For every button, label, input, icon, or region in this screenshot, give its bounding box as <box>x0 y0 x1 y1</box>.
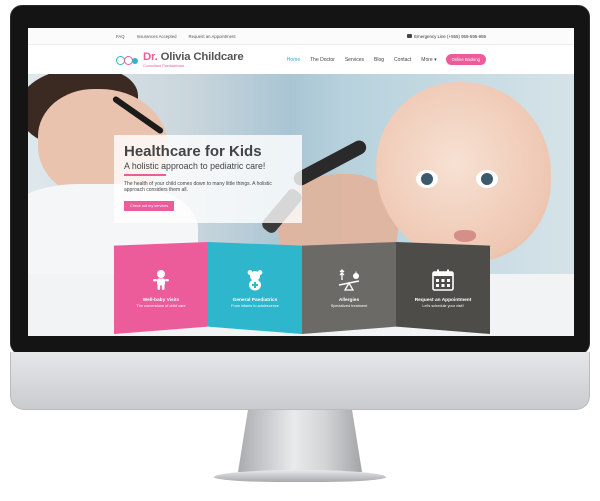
tile-title: Well-baby Visits <box>142 298 180 303</box>
tile-request-appointment[interactable]: Request an Appointment Let's schedule yo… <box>396 242 490 334</box>
monitor-stand <box>238 410 362 472</box>
logo-prefix: Dr. <box>143 50 158 63</box>
phone-icon <box>407 34 413 38</box>
tile-well-baby[interactable]: Well-baby Visits The cornerstone of chil… <box>114 242 208 334</box>
logo-title: Olivia Childcare <box>160 50 244 63</box>
tile-title: Request an Appointment <box>414 298 472 303</box>
logo-name: Dr. Olivia Childcare <box>143 50 244 63</box>
logo-subtitle: Consultant Paediatrician <box>143 63 185 68</box>
nav-services[interactable]: Services <box>345 57 364 63</box>
emergency-line[interactable]: Emergency Line (+555) 959-595-959 <box>407 34 486 39</box>
tile-subtitle: The cornerstone of child care <box>136 304 186 308</box>
online-booking-button[interactable]: Online Booking <box>445 54 486 65</box>
monitor-mockup: FAQ Insurances Accepted Request an Appoi… <box>0 0 600 501</box>
monitor-base <box>214 470 386 482</box>
tile-subtitle: Let's schedule your visit! <box>422 304 464 308</box>
tile-title: General Paediatrics <box>232 298 278 303</box>
tile-subtitle: Specialized treatment <box>330 304 368 308</box>
top-bar: FAQ Insurances Accepted Request an Appoi… <box>28 28 574 45</box>
service-tiles: Well-baby Visits The cornerstone of chil… <box>114 242 490 334</box>
calendar-icon <box>432 269 454 291</box>
teddy-bear-icon <box>247 270 263 291</box>
hero-subtitle: A holistic approach to pediatric care! <box>124 161 266 171</box>
services-button[interactable]: Check out my services <box>124 200 175 211</box>
nav-the-doctor[interactable]: The Doctor <box>310 57 335 63</box>
website-screen: FAQ Insurances Accepted Request an Appoi… <box>28 28 574 336</box>
monitor-chin <box>10 352 590 410</box>
balance-scale-icon <box>338 269 360 291</box>
logo-mark-icon <box>116 54 140 66</box>
baby-icon <box>153 270 169 290</box>
logo-text: Dr. Olivia Childcare Consultant Paediatr… <box>143 50 244 68</box>
topbar-link-appointment[interactable]: Request an Appointment <box>189 34 236 39</box>
tile-allergies[interactable]: Allergies Specialized treatment <box>302 242 396 334</box>
nav-contact[interactable]: Contact <box>394 57 411 63</box>
hero-title: Healthcare for Kids <box>124 143 262 160</box>
emergency-line-text: Emergency Line (+555) 959-595-959 <box>414 33 486 39</box>
nav-home[interactable]: Home <box>287 57 300 63</box>
tile-general-paediatrics[interactable]: General Paediatrics From infants to adol… <box>208 242 302 334</box>
topbar-link-faq[interactable]: FAQ <box>116 34 125 39</box>
site-logo[interactable]: Dr. Olivia Childcare Consultant Paediatr… <box>116 50 244 68</box>
hero-divider <box>124 174 166 176</box>
nav-blog[interactable]: Blog <box>374 57 384 63</box>
nav-more[interactable]: More ▾ <box>421 57 436 63</box>
main-nav: Home The Doctor Services Blog Contact Mo… <box>243 54 486 65</box>
hero-text: The health of your child comes down to m… <box>124 181 272 194</box>
chevron-down-icon: ▾ <box>432 56 437 63</box>
tile-title: Allergies <box>338 298 360 303</box>
tile-subtitle: From infants to adolescence <box>231 304 279 308</box>
nav-more-label: More <box>421 56 433 63</box>
hero-card: Healthcare for Kids A holistic approach … <box>114 135 302 223</box>
site-header: Dr. Olivia Childcare Consultant Paediatr… <box>28 45 574 74</box>
topbar-link-insurances[interactable]: Insurances Accepted <box>137 34 177 39</box>
